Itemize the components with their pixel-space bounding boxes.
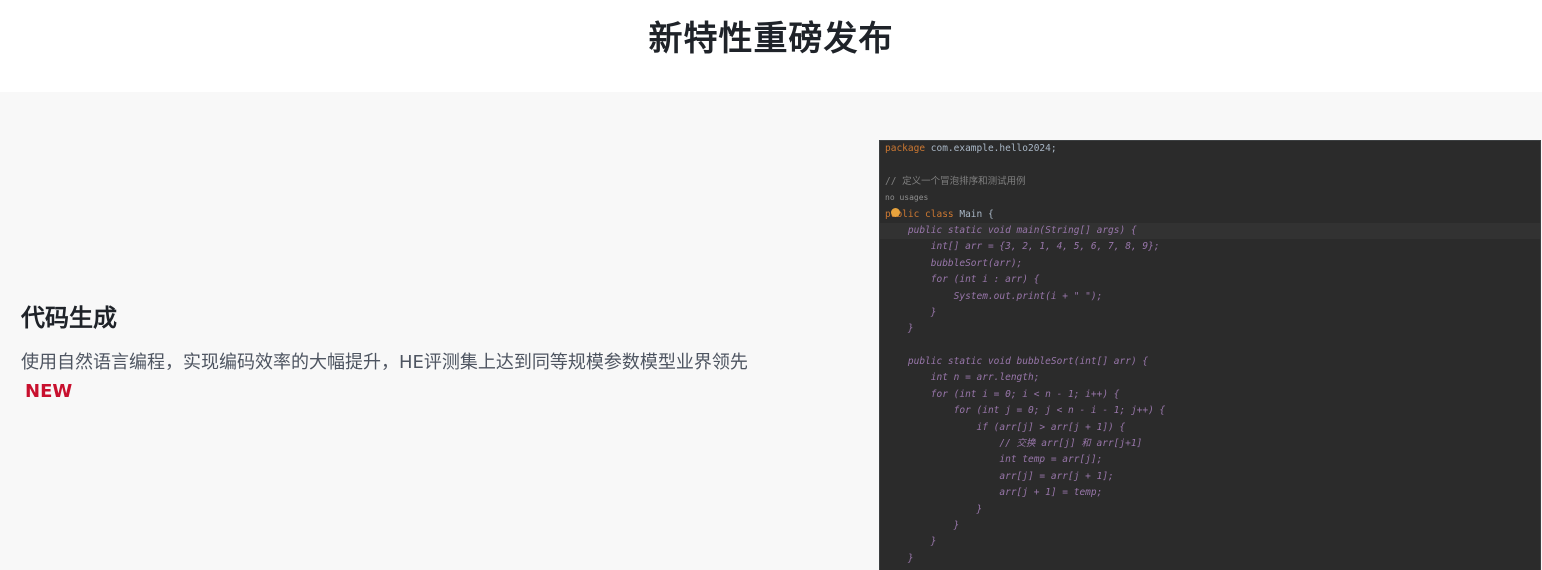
code-line: } <box>885 306 937 318</box>
code-line: public static void bubbleSort(int[] arr)… <box>885 356 1149 368</box>
code-line: // 交换 arr[j] 和 arr[j+1] <box>885 438 1143 450</box>
code-line: arr[j + 1] = temp; <box>885 487 1103 499</box>
code-line: if (arr[j] > arr[j + 1]) { <box>885 421 1126 433</box>
code-line: public static void main(String[] args) { <box>880 222 1540 240</box>
code-line: int temp = arr[j]; <box>885 454 1103 466</box>
code-line: bubbleSort(arr); <box>885 257 1023 269</box>
code-line: for (int i : arr) { <box>885 274 1040 286</box>
feature-description: 使用自然语言编程，实现编码效率的大幅提升，HE评测集上达到同等规模参数模型业界领… <box>21 348 771 406</box>
code-line: for (int i = 0; i < n - 1; i++) { <box>885 388 1120 400</box>
code-line: for (int j = 0; j < n - i - 1; j++) { <box>885 405 1166 417</box>
lightbulb-icon[interactable] <box>891 207 900 217</box>
code-line: } <box>885 552 914 564</box>
code-line: } <box>885 503 983 515</box>
code-line-package: package com.example.hello2024; <box>880 141 1540 157</box>
package-keyword: package <box>885 143 926 154</box>
code-line: int n = arr.length; <box>885 372 1040 384</box>
code-line: } <box>885 536 937 548</box>
feature-text-block: 代码生成 使用自然语言编程，实现编码效率的大幅提升，HE评测集上达到同等规模参数… <box>21 302 781 406</box>
code-line: } <box>885 323 914 335</box>
package-name: com.example.hello2024; <box>925 143 1057 154</box>
code-editor-screenshot: package com.example.hello2024; // 定义一个冒泡… <box>879 140 1541 570</box>
code-line-text: public static void main(String[] args) { <box>885 224 1137 236</box>
feature-section: 代码生成 使用自然语言编程，实现编码效率的大幅提升，HE评测集上达到同等规模参数… <box>0 92 1542 570</box>
code-comment-line: // 定义一个冒泡排序和测试用例 <box>885 175 1026 187</box>
new-badge: NEW <box>25 381 73 402</box>
code-line: } <box>885 519 960 531</box>
page-header: 新特性重磅发布 <box>0 0 1542 92</box>
code-line: System.out.print(i + " "); <box>885 290 1103 302</box>
code-line: int[] arr = {3, 2, 1, 4, 5, 6, 7, 8, 9}; <box>885 241 1160 253</box>
usages-hint: no usages <box>885 193 929 203</box>
page-title: 新特性重磅发布 <box>648 19 894 59</box>
code-line-class: public class Main { <box>880 207 1540 223</box>
feature-description-text: 使用自然语言编程，实现编码效率的大幅提升，HE评测集上达到同等规模参数模型业界领… <box>21 352 748 373</box>
code-line: arr[j] = arr[j + 1]; <box>885 470 1114 482</box>
feature-title: 代码生成 <box>21 304 117 332</box>
class-name: Main { <box>953 208 994 220</box>
